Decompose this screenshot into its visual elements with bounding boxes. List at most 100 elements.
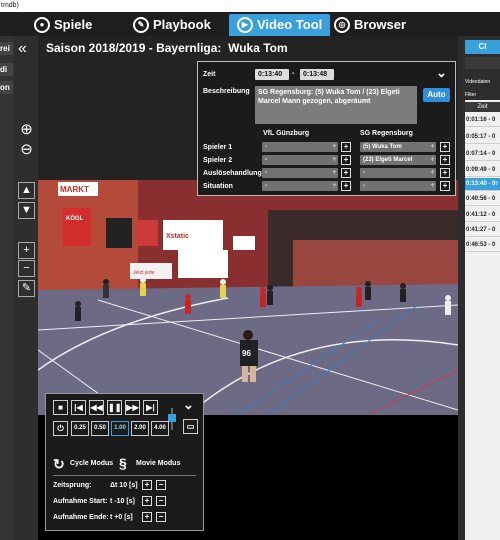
speed-2.00-button[interactable]: 2.00 bbox=[131, 421, 149, 436]
situation-left-add-button[interactable]: + bbox=[341, 181, 351, 191]
playback-control-panel: ■ |◀ ◀◀ ❚❚ ▶▶ ▶| ⌄ ▭ ⏻ 0.25 0.50 1.00 2.… bbox=[45, 393, 204, 531]
banner-jetzt: Jetzt jede bbox=[133, 270, 155, 276]
tab-spiele[interactable]: ● Spiele bbox=[34, 14, 92, 36]
plus-icon[interactable]: + bbox=[18, 242, 35, 259]
clip-item[interactable]: 0:46:53 - 0 bbox=[465, 239, 500, 252]
aufnahme-start-plus-button[interactable]: + bbox=[142, 496, 152, 506]
row-label-spieler2: Spieler 2 bbox=[203, 157, 233, 164]
aufnahme-start-value: t -10 [s] bbox=[110, 498, 135, 505]
tab-playbook[interactable]: ✎ Playbook bbox=[133, 14, 211, 36]
time-end-input[interactable]: 0:13:48 bbox=[300, 69, 334, 80]
collapse-chevron-icon[interactable]: ⌄ bbox=[436, 65, 447, 81]
clip-item[interactable]: 0:09:49 - 0 bbox=[465, 164, 500, 177]
clip-item[interactable]: 0:01:16 - 0 bbox=[465, 114, 500, 127]
zeitsprung-label: Zeitsprung: bbox=[53, 482, 92, 489]
tab-label: Playbook bbox=[153, 17, 211, 32]
clip-secondary-bar[interactable] bbox=[465, 57, 500, 69]
window-title: tmdb) bbox=[0, 0, 500, 12]
aufnahme-ende-minus-button[interactable]: − bbox=[156, 512, 166, 522]
movie-icon[interactable]: § bbox=[119, 455, 127, 471]
globe-icon: ◎ bbox=[334, 17, 350, 33]
tab-label: Browser bbox=[354, 17, 407, 32]
speed-0.50-button[interactable]: 0.50 bbox=[91, 421, 109, 436]
clip-item[interactable]: 0:40:56 - 0 bbox=[465, 193, 500, 206]
zeit-label: Zeit bbox=[203, 71, 216, 78]
description-field[interactable]: SG Regensburg: (5) Wuka Tom / (23) Elget… bbox=[255, 86, 417, 124]
power-icon[interactable]: ⏻ bbox=[53, 421, 68, 436]
zeitsprung-plus-button[interactable]: + bbox=[142, 480, 152, 490]
left-button-2[interactable]: di bbox=[0, 63, 13, 76]
left-button-3[interactable]: on bbox=[0, 81, 13, 94]
zeit-column-header[interactable]: Zeit bbox=[465, 102, 500, 112]
divider bbox=[53, 475, 196, 476]
spieler1-right-select[interactable]: (5) Wuka Tom bbox=[360, 142, 436, 152]
video-frame[interactable]: MARKT KÖGL Xstatic Jetzt jede 96 bbox=[38, 180, 458, 415]
row-label-ausloesehandlung: Auslösehandlung bbox=[203, 170, 262, 177]
ausloesehandlung-left-select[interactable]: - bbox=[262, 168, 338, 178]
row-label-situation: Situation bbox=[203, 183, 233, 190]
spieler1-left-add-button[interactable]: + bbox=[341, 142, 351, 152]
situation-right-add-button[interactable]: + bbox=[440, 181, 450, 191]
arrow-up-icon[interactable]: ▲ bbox=[18, 182, 35, 199]
team-right-label: SG Regensburg bbox=[360, 130, 413, 137]
movie-mode-label[interactable]: Movie Modus bbox=[136, 460, 180, 467]
tab-label: Spiele bbox=[54, 17, 93, 32]
ausloesehandlung-left-add-button[interactable]: + bbox=[341, 168, 351, 178]
spieler2-right-add-button[interactable]: + bbox=[440, 155, 450, 165]
clip-item[interactable]: 0:41:12 - 0 bbox=[465, 209, 500, 222]
playbook-icon: ✎ bbox=[133, 17, 149, 33]
edit-icon[interactable]: ✎ bbox=[18, 280, 35, 297]
time-start-input[interactable]: 0:13:40 bbox=[255, 69, 289, 80]
page-title: Saison 2018/2019 - Bayernliga: Wuka Tom bbox=[46, 41, 288, 55]
aufnahme-start-minus-button[interactable]: − bbox=[156, 496, 166, 506]
aufnahme-ende-plus-button[interactable]: + bbox=[142, 512, 152, 522]
volume-slider-handle[interactable] bbox=[168, 414, 176, 422]
expand-chevron-icon[interactable]: ⌄ bbox=[183, 397, 194, 413]
tab-video-tool[interactable]: ▶ Video Tool bbox=[229, 14, 331, 36]
screen-icon[interactable]: ▭ bbox=[183, 419, 198, 434]
spieler1-left-select[interactable]: - bbox=[262, 142, 338, 152]
ausloesehandlung-right-select[interactable]: - bbox=[360, 168, 436, 178]
aufnahme-ende-label: Aufnahme Ende: bbox=[53, 514, 109, 521]
skip-end-icon[interactable]: ▶| bbox=[143, 400, 158, 415]
pause-icon[interactable]: ❚❚ bbox=[107, 400, 122, 415]
spieler1-right-add-button[interactable]: + bbox=[440, 142, 450, 152]
speed-1.00-button[interactable]: 1.00 bbox=[111, 421, 129, 436]
speed-4.00-button[interactable]: 4.00 bbox=[151, 421, 169, 436]
zoom-out-icon[interactable]: ⊖ bbox=[18, 142, 35, 159]
clip-button[interactable]: Cl bbox=[465, 40, 500, 54]
speed-0.25-button[interactable]: 0.25 bbox=[71, 421, 89, 436]
clip-item[interactable]: 0:07:14 - 0 bbox=[465, 148, 500, 161]
tab-browser[interactable]: ◎ Browser bbox=[334, 14, 406, 36]
minus-icon[interactable]: − bbox=[18, 260, 35, 277]
skip-start-icon[interactable]: |◀ bbox=[71, 400, 86, 415]
soccer-ball-icon: ● bbox=[34, 17, 50, 33]
fast-forward-icon[interactable]: ▶▶ bbox=[125, 400, 140, 415]
left-button-1[interactable]: rei bbox=[0, 42, 13, 55]
ausloesehandlung-right-add-button[interactable]: + bbox=[440, 168, 450, 178]
aufnahme-ende-value: t +0 [s] bbox=[110, 514, 133, 521]
situation-right-select[interactable]: - bbox=[360, 181, 436, 191]
zeitsprung-minus-button[interactable]: − bbox=[156, 480, 166, 490]
rewind-icon[interactable]: ◀◀ bbox=[89, 400, 104, 415]
event-panel: Zeit 0:13:40 - 0:13:48 ⌄ Beschreibung SG… bbox=[197, 61, 456, 196]
tab-label: Video Tool bbox=[257, 17, 323, 32]
spieler2-left-add-button[interactable]: + bbox=[341, 155, 351, 165]
stop-icon[interactable]: ■ bbox=[53, 400, 68, 415]
zoom-in-icon[interactable]: ⊕ bbox=[18, 122, 35, 139]
clip-item-selected[interactable]: 0:13:40 - 0 bbox=[465, 178, 500, 191]
side-toolbar: ⊕ ⊖ ▲ ▼ + − ✎ bbox=[14, 36, 38, 540]
clip-item[interactable]: 0:41:27 - 0 bbox=[465, 224, 500, 237]
spieler2-left-select[interactable]: - bbox=[262, 155, 338, 165]
collapse-icon[interactable]: « bbox=[18, 40, 27, 58]
cycle-mode-label[interactable]: Cycle Modus bbox=[70, 460, 113, 467]
filter-label: Filter bbox=[465, 92, 477, 98]
cycle-icon[interactable]: ↻ bbox=[53, 456, 65, 473]
aufnahme-start-label: Aufnahme Start: bbox=[53, 498, 108, 505]
jersey-number: 96 bbox=[242, 349, 251, 358]
auto-button[interactable]: Auto bbox=[423, 88, 450, 102]
spieler2-right-select[interactable]: (23) Elgeti Marcel bbox=[360, 155, 436, 165]
clip-item[interactable]: 0:05:17 - 0 bbox=[465, 131, 500, 144]
situation-left-select[interactable]: - bbox=[262, 181, 338, 191]
arrow-down-icon[interactable]: ▼ bbox=[18, 202, 35, 219]
